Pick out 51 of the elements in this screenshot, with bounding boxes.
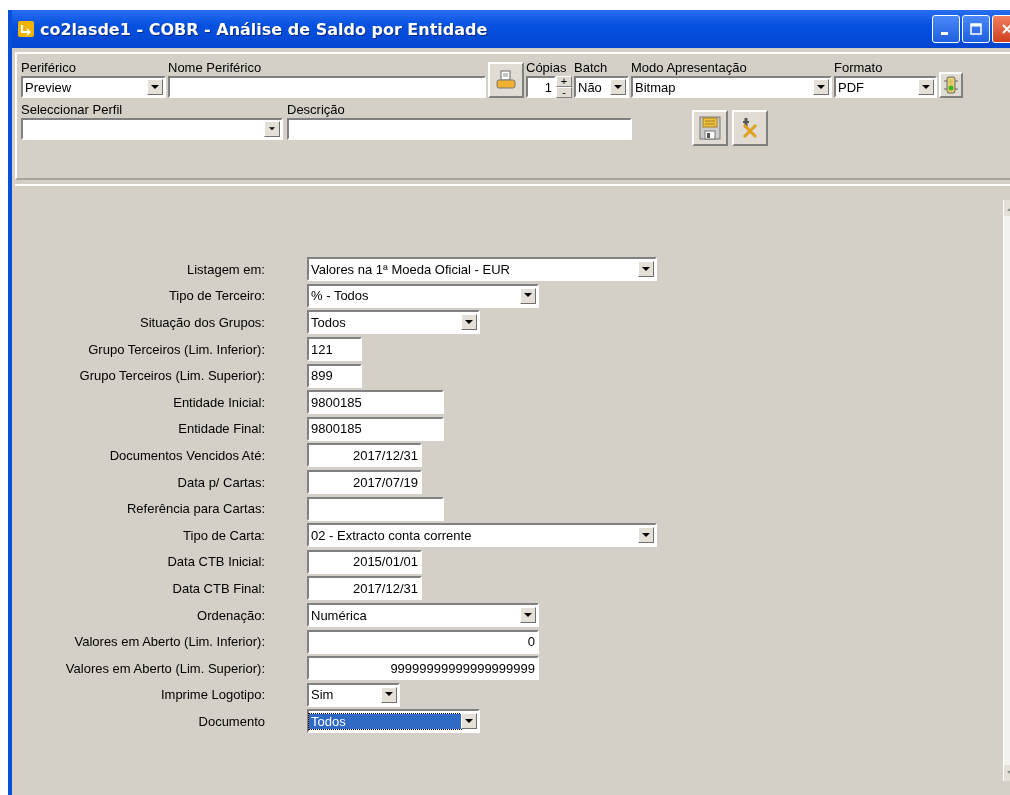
field-label: Valores em Aberto (Lim. Inferior): [73, 634, 265, 650]
dropdown[interactable]: Sim [307, 682, 400, 707]
field-label: Batch [574, 60, 609, 76]
input-field[interactable]: 121 [307, 337, 362, 362]
field-label: Formato [834, 60, 884, 76]
field-label: Ordenação: [196, 607, 265, 623]
dropdown[interactable]: Preview [21, 76, 166, 98]
field-label: Data p/ Cartas: [176, 474, 265, 490]
dropdown[interactable]: Não [574, 76, 629, 98]
dropdown[interactable]: Valores na 1ª Moeda Oficial - EUR [307, 257, 657, 282]
input-field[interactable]: 2017/07/19 [307, 470, 422, 495]
field-label: Referência para Cartas: [126, 501, 265, 517]
field-label: Data CTB Final: [171, 580, 265, 596]
input-field[interactable]: 9800185 [307, 390, 444, 415]
input-field[interactable]: 899 [307, 363, 362, 388]
field-label: Modo Apresentação [631, 60, 748, 76]
dropdown[interactable]: Bitmap [631, 76, 832, 98]
field-label: Nome Periférico [168, 60, 263, 76]
input-field[interactable]: 2015/01/01 [307, 549, 422, 574]
field-label: Imprime Logotipo: [159, 687, 265, 703]
field-label: Entidade Inicial: [172, 394, 265, 410]
input-field[interactable]: 99999999999999999999 [307, 656, 539, 681]
field-label: Descrição [287, 102, 346, 118]
input-field[interactable]: 9800185 [307, 416, 444, 441]
copies-field[interactable]: 1 [526, 76, 556, 98]
field-label: Cópias [526, 60, 568, 76]
field-label: Situação dos Grupos: [138, 315, 265, 330]
dropdown[interactable]: PDF [834, 76, 937, 98]
field-label: Documentos Vencidos Até: [108, 447, 265, 463]
field-label: Tipo de Carta: [182, 527, 265, 543]
dropdown[interactable]: Numérica [307, 603, 539, 627]
field-label: Seleccionar Perfil [21, 102, 124, 118]
decrement-button[interactable]: - [556, 87, 572, 98]
field-label: Tipo de Terceiro: [167, 288, 265, 304]
field-label: Data CTB Inicial: [166, 554, 265, 570]
input-field[interactable]: 0 [307, 629, 539, 654]
field-label: Entidade Final: [177, 421, 265, 437]
field-label: Valores em Aberto (Lim. Superior): [64, 660, 265, 676]
dropdown[interactable]: Todos [307, 310, 480, 335]
window-title: co2lasde1 - COBR - Análise de Saldo por Entidade [40, 19, 488, 39]
input-field[interactable]: 2017/12/31 [307, 443, 422, 468]
dropdown[interactable]: % - Todos [307, 283, 539, 308]
field-label: Listagem em: [185, 261, 265, 277]
increment-button[interactable]: + [556, 76, 572, 87]
field-label: Grupo Terceiros (Lim. Inferior): [87, 341, 265, 357]
field-label: Grupo Terceiros (Lim. Superior): [78, 368, 265, 384]
field-label: Periférico [21, 60, 77, 76]
field-label: Documento [197, 713, 265, 729]
input-field[interactable]: 2017/12/31 [307, 576, 422, 601]
dropdown[interactable]: 02 - Extracto conta corrente [307, 523, 657, 548]
dropdown[interactable]: Todos [307, 709, 480, 734]
